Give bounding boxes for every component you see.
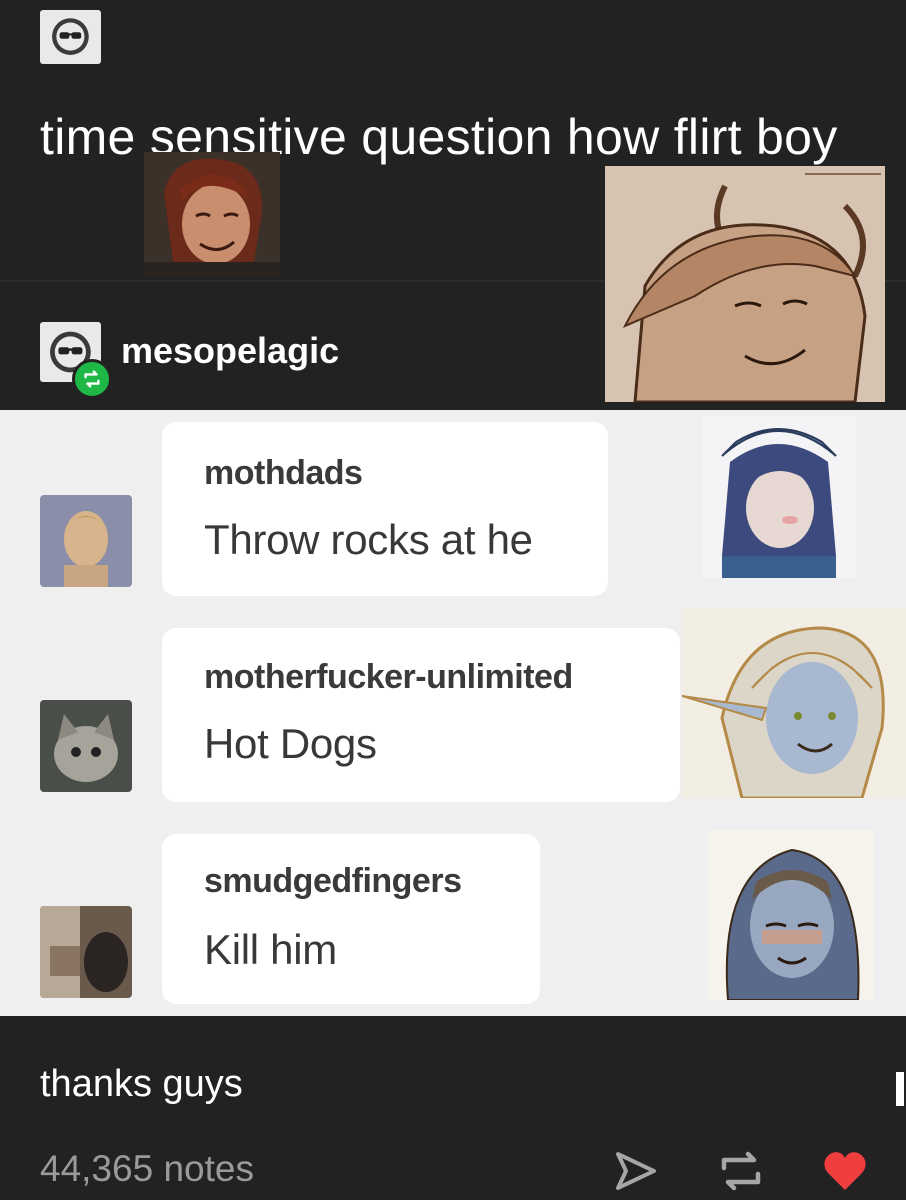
comment-avatar <box>40 495 132 587</box>
heart-icon <box>824 1152 866 1190</box>
comments-screenshot: mothdads Throw rocks at he motherfucker-… <box>0 410 906 1016</box>
comment-message: Kill him <box>204 926 337 973</box>
comment-bubble: mothdads Throw rocks at he <box>162 422 608 596</box>
horned-character-art <box>605 166 885 402</box>
sunglasses-face-icon <box>52 18 89 56</box>
crowned-character-art <box>702 416 856 578</box>
like-button[interactable] <box>820 1146 870 1196</box>
comment-bubble: smudgedfingers Kill him <box>162 834 540 1004</box>
inline-portrait-image <box>144 152 280 276</box>
comment-avatar <box>40 906 132 998</box>
reblog-icon <box>84 370 100 388</box>
comment-username[interactable]: motherfucker-unlimited <box>204 658 573 697</box>
comment-bubble: motherfucker-unlimited Hot Dogs <box>162 628 680 802</box>
reblog-badge <box>72 359 112 399</box>
comment-avatar <box>40 700 132 792</box>
reblogger-username[interactable]: mesopelagic <box>121 330 339 372</box>
elf-character-art <box>682 608 906 798</box>
comment-username[interactable]: mothdads <box>204 454 363 493</box>
share-button[interactable] <box>610 1146 660 1196</box>
reblog-comment: thanks guys <box>40 1063 243 1105</box>
text-cursor <box>896 1072 904 1106</box>
comment-message: Throw rocks at he <box>204 516 533 563</box>
reblog-button[interactable] <box>716 1146 766 1196</box>
op-avatar[interactable] <box>40 10 101 64</box>
send-icon <box>616 1152 656 1190</box>
reblog-icon <box>721 1151 761 1191</box>
long-hair-character-art <box>708 830 874 1000</box>
comment-username[interactable]: smudgedfingers <box>204 862 462 901</box>
comment-message: Hot Dogs <box>204 720 377 767</box>
notes-count[interactable]: 44,365 notes <box>40 1148 254 1190</box>
